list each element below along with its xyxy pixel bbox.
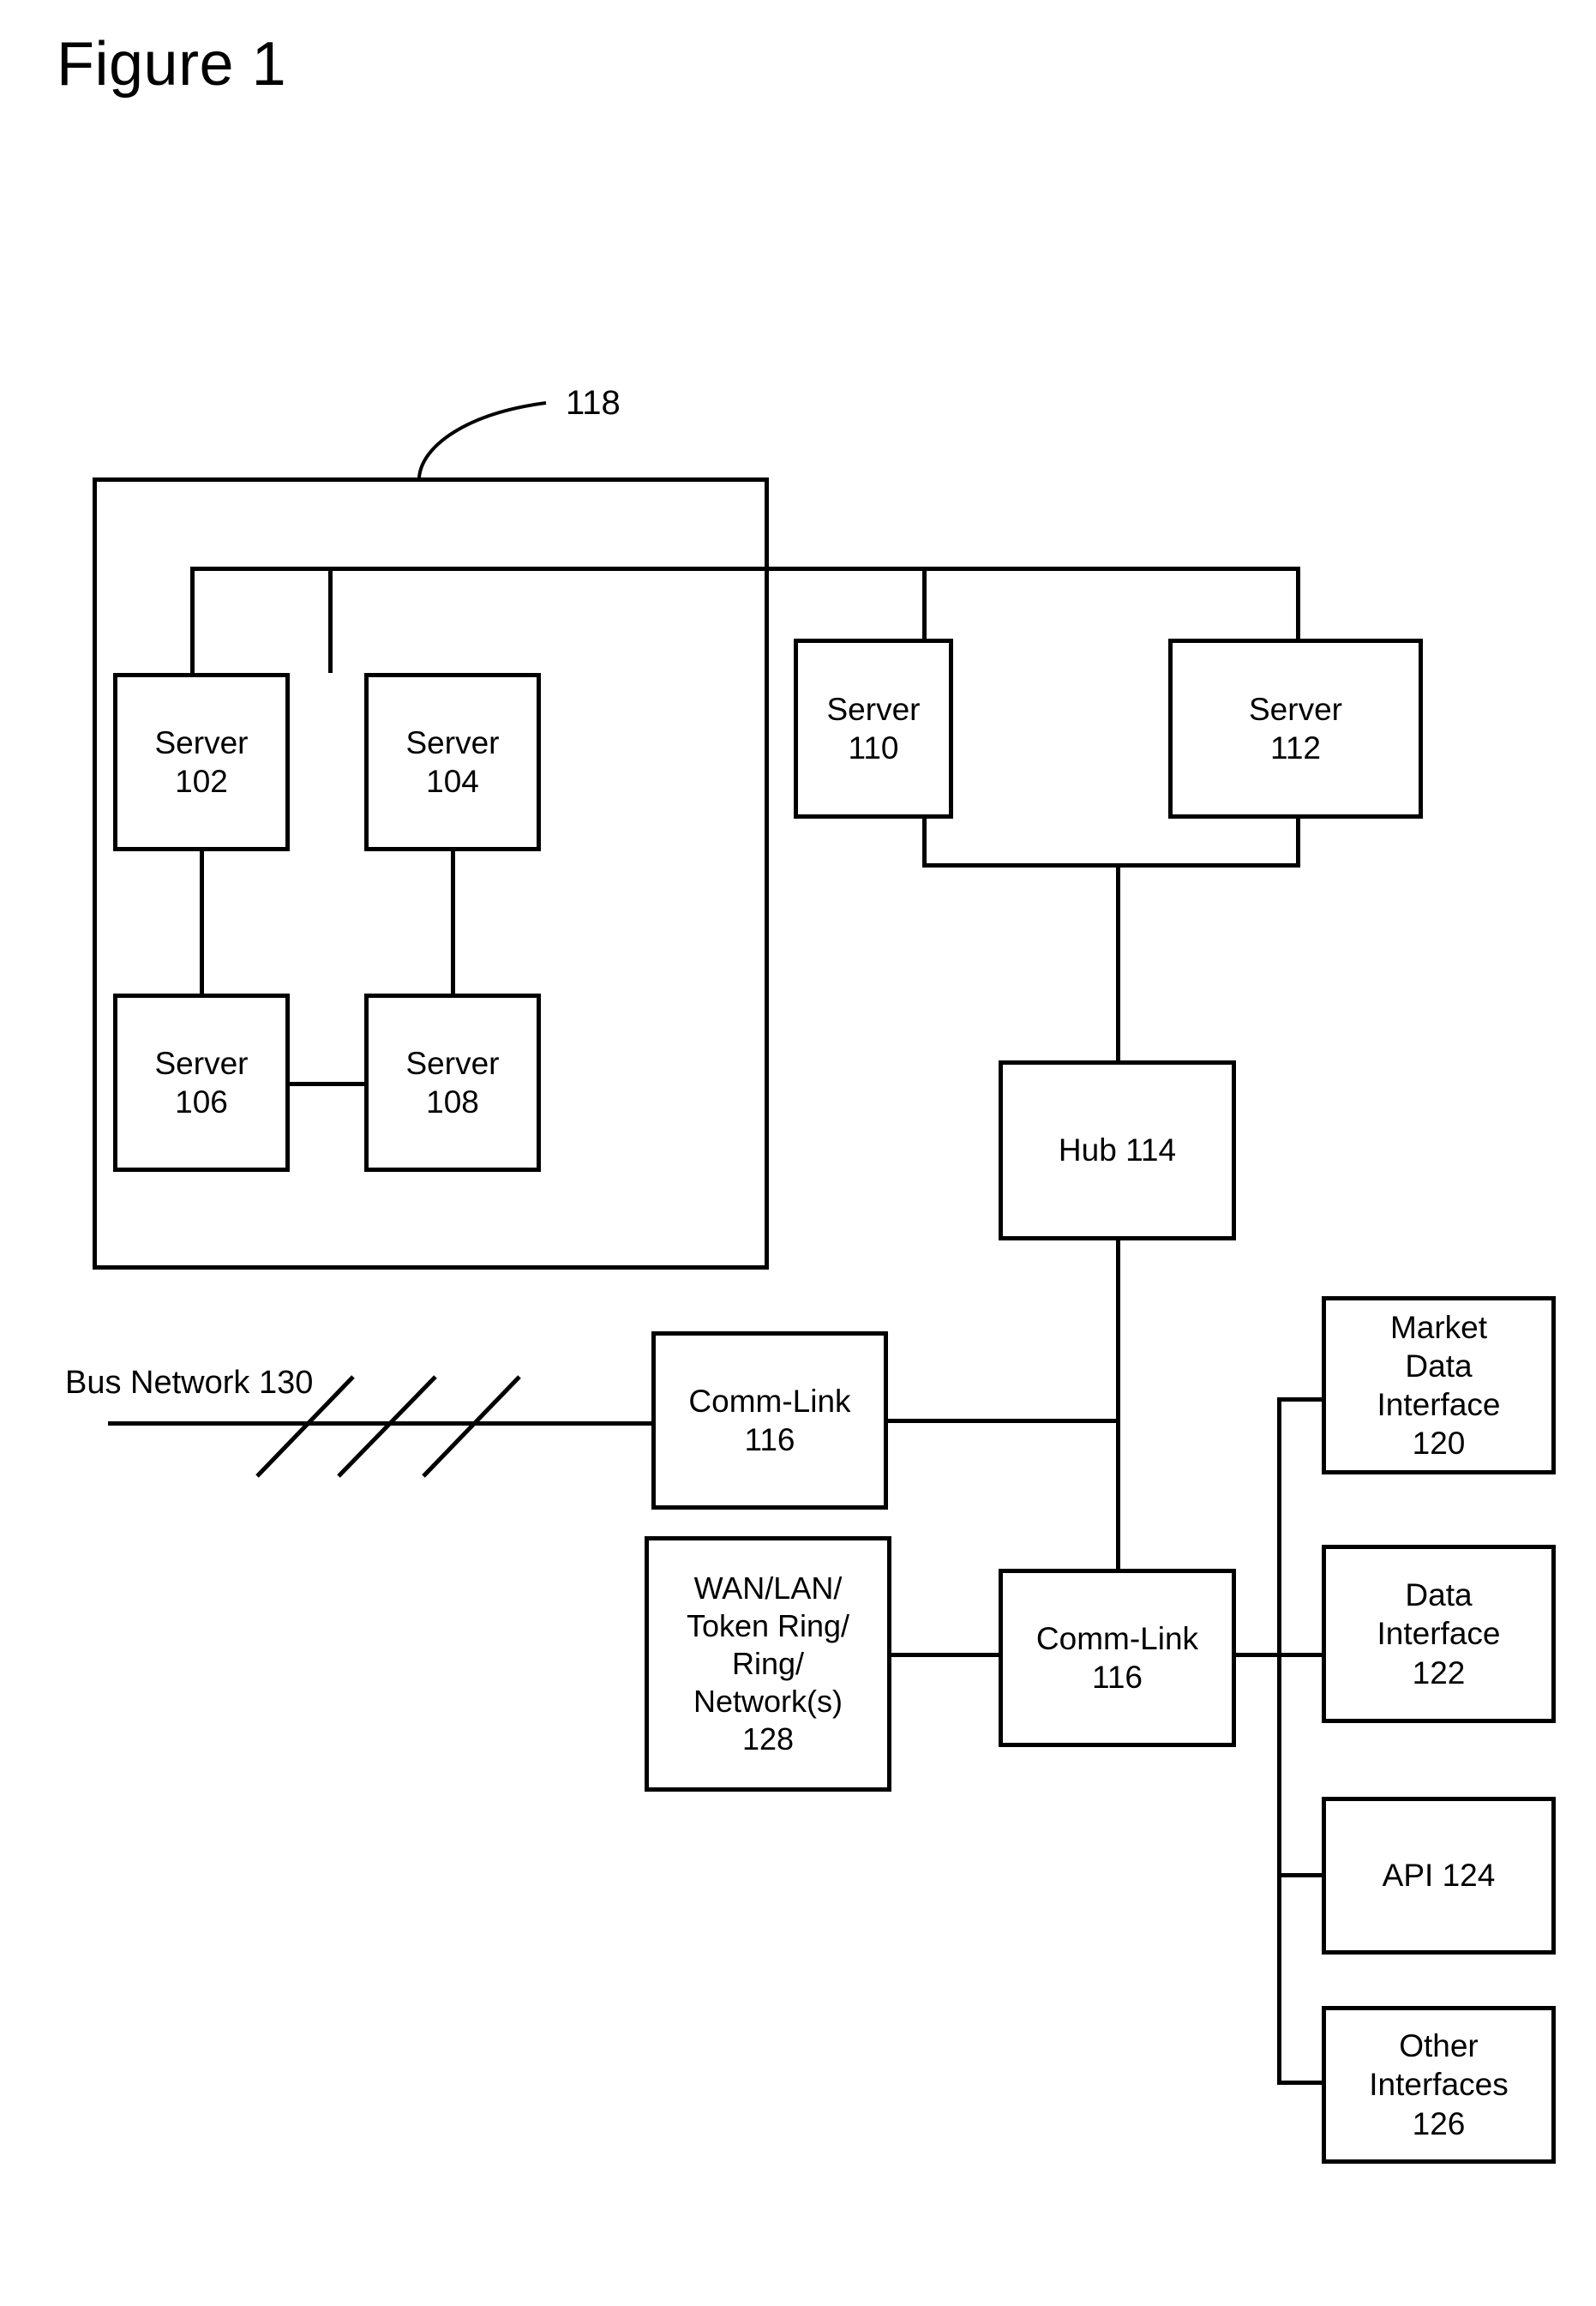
market-data-interface-120-line-2: Data <box>1405 1348 1473 1384</box>
comm-link-116-upper-line-2: 116 <box>744 1422 795 1457</box>
node-network-128[interactable]: WAN/LAN/ Token Ring/ Ring/ Network(s) 12… <box>645 1536 891 1792</box>
node-server-112[interactable]: Server 112 <box>1168 639 1423 819</box>
node-data-interface-122[interactable]: Data Interface 122 <box>1322 1545 1556 1723</box>
comm-link-116-lower-line-1: Comm-Link <box>1035 1620 1199 1656</box>
wire-bus-to-server-110 <box>922 567 927 640</box>
wire-server-110-112-bridge <box>922 863 1300 868</box>
wire-server-112-down <box>1296 817 1300 867</box>
server-112-line-1: Server <box>1249 691 1342 727</box>
wire-trunk-to-api <box>1277 1873 1325 1877</box>
bus-network-line <box>108 1421 651 1426</box>
interface-trunk-vertical <box>1277 1397 1281 2083</box>
other-interfaces-126-line-2: Interfaces <box>1369 2067 1509 2103</box>
node-server-102[interactable]: Server 102 <box>113 673 290 851</box>
node-market-data-interface-120[interactable]: Market Data Interface 120 <box>1322 1296 1556 1474</box>
comm-link-116-lower-line-2: 116 <box>1092 1660 1143 1695</box>
wire-bus-to-server-112 <box>1296 567 1300 640</box>
wire-bridge-to-hub <box>1116 863 1120 1062</box>
server-108-line-1: Server <box>405 1045 500 1081</box>
server-102-line-1: Server <box>154 724 249 760</box>
node-other-interfaces-126[interactable]: Other Interfaces 126 <box>1322 2006 1556 2164</box>
comm-link-116-upper-line-1: Comm-Link <box>688 1383 851 1419</box>
api-124-line-1: API 124 <box>1382 1858 1496 1894</box>
market-data-interface-120-line-1: Market <box>1389 1309 1488 1345</box>
wire-server-102-to-106 <box>200 850 204 995</box>
node-server-108[interactable]: Server 108 <box>364 994 541 1172</box>
server-110-line-2: 110 <box>848 730 899 766</box>
server-106-line-2: 106 <box>175 1084 228 1120</box>
other-interfaces-126-line-1: Other <box>1399 2028 1479 2064</box>
node-server-106[interactable]: Server 106 <box>113 994 290 1172</box>
wire-comm-link-upper-to-trunk <box>885 1419 1119 1423</box>
data-interface-122-line-2: Interface <box>1377 1616 1501 1652</box>
market-data-interface-120-line-3: Interface <box>1377 1387 1501 1422</box>
figure-canvas: Figure 1 118 Server 102 Server 104 Serve… <box>0 0 1596 2306</box>
wire-trunk-to-other-interfaces <box>1277 2081 1325 2085</box>
node-server-110[interactable]: Server 110 <box>794 639 953 819</box>
network-128-line-1: WAN/LAN/ <box>693 1570 843 1606</box>
data-interface-122-line-3: 122 <box>1412 1654 1466 1690</box>
network-128-line-4: Network(s) <box>693 1683 843 1719</box>
server-bus-horizontal <box>190 567 1300 571</box>
wire-server-110-down <box>922 817 927 867</box>
wire-network-128-to-comm-link <box>888 1653 1002 1657</box>
wire-bus-to-server-104 <box>328 567 333 673</box>
server-110-line-1: Server <box>826 691 921 727</box>
network-128-line-5: 128 <box>741 1720 795 1757</box>
hub-114-line-1: Hub 114 <box>1058 1132 1177 1168</box>
server-108-line-2: 108 <box>426 1084 479 1120</box>
bus-break-slash-2 <box>337 1375 437 1478</box>
node-hub-114[interactable]: Hub 114 <box>999 1060 1236 1240</box>
node-comm-link-116-lower[interactable]: Comm-Link 116 <box>999 1569 1236 1747</box>
server-106-line-1: Server <box>154 1045 249 1081</box>
server-104-line-2: 104 <box>426 764 479 799</box>
other-interfaces-126-line-3: 126 <box>1412 2105 1466 2141</box>
leader-line-118 <box>417 401 547 478</box>
wire-server-104-to-108 <box>451 850 455 995</box>
network-128-line-2: Token Ring/ <box>686 1608 850 1644</box>
data-interface-122-line-1: Data <box>1405 1577 1473 1613</box>
bus-network-label: Bus Network 130 <box>65 1365 314 1401</box>
server-102-line-2: 102 <box>175 764 228 799</box>
server-112-line-2: 112 <box>1270 730 1321 766</box>
network-128-line-3: Ring/ <box>731 1646 805 1682</box>
wire-trunk-to-market-data-interface <box>1277 1397 1325 1402</box>
node-api-124[interactable]: API 124 <box>1322 1797 1556 1955</box>
wire-server-106-to-108 <box>288 1082 367 1086</box>
node-server-104[interactable]: Server 104 <box>364 673 541 851</box>
server-104-line-1: Server <box>405 724 500 760</box>
wire-bus-to-server-102 <box>190 567 195 673</box>
bus-break-slash-3 <box>422 1375 521 1478</box>
wire-hub-to-comm-link <box>1116 1239 1120 1573</box>
page-title: Figure 1 <box>57 30 287 99</box>
market-data-interface-120-line-4: 120 <box>1412 1426 1466 1462</box>
node-comm-link-116-upper[interactable]: Comm-Link 116 <box>651 1331 888 1510</box>
reference-numeral-118: 118 <box>566 384 621 422</box>
